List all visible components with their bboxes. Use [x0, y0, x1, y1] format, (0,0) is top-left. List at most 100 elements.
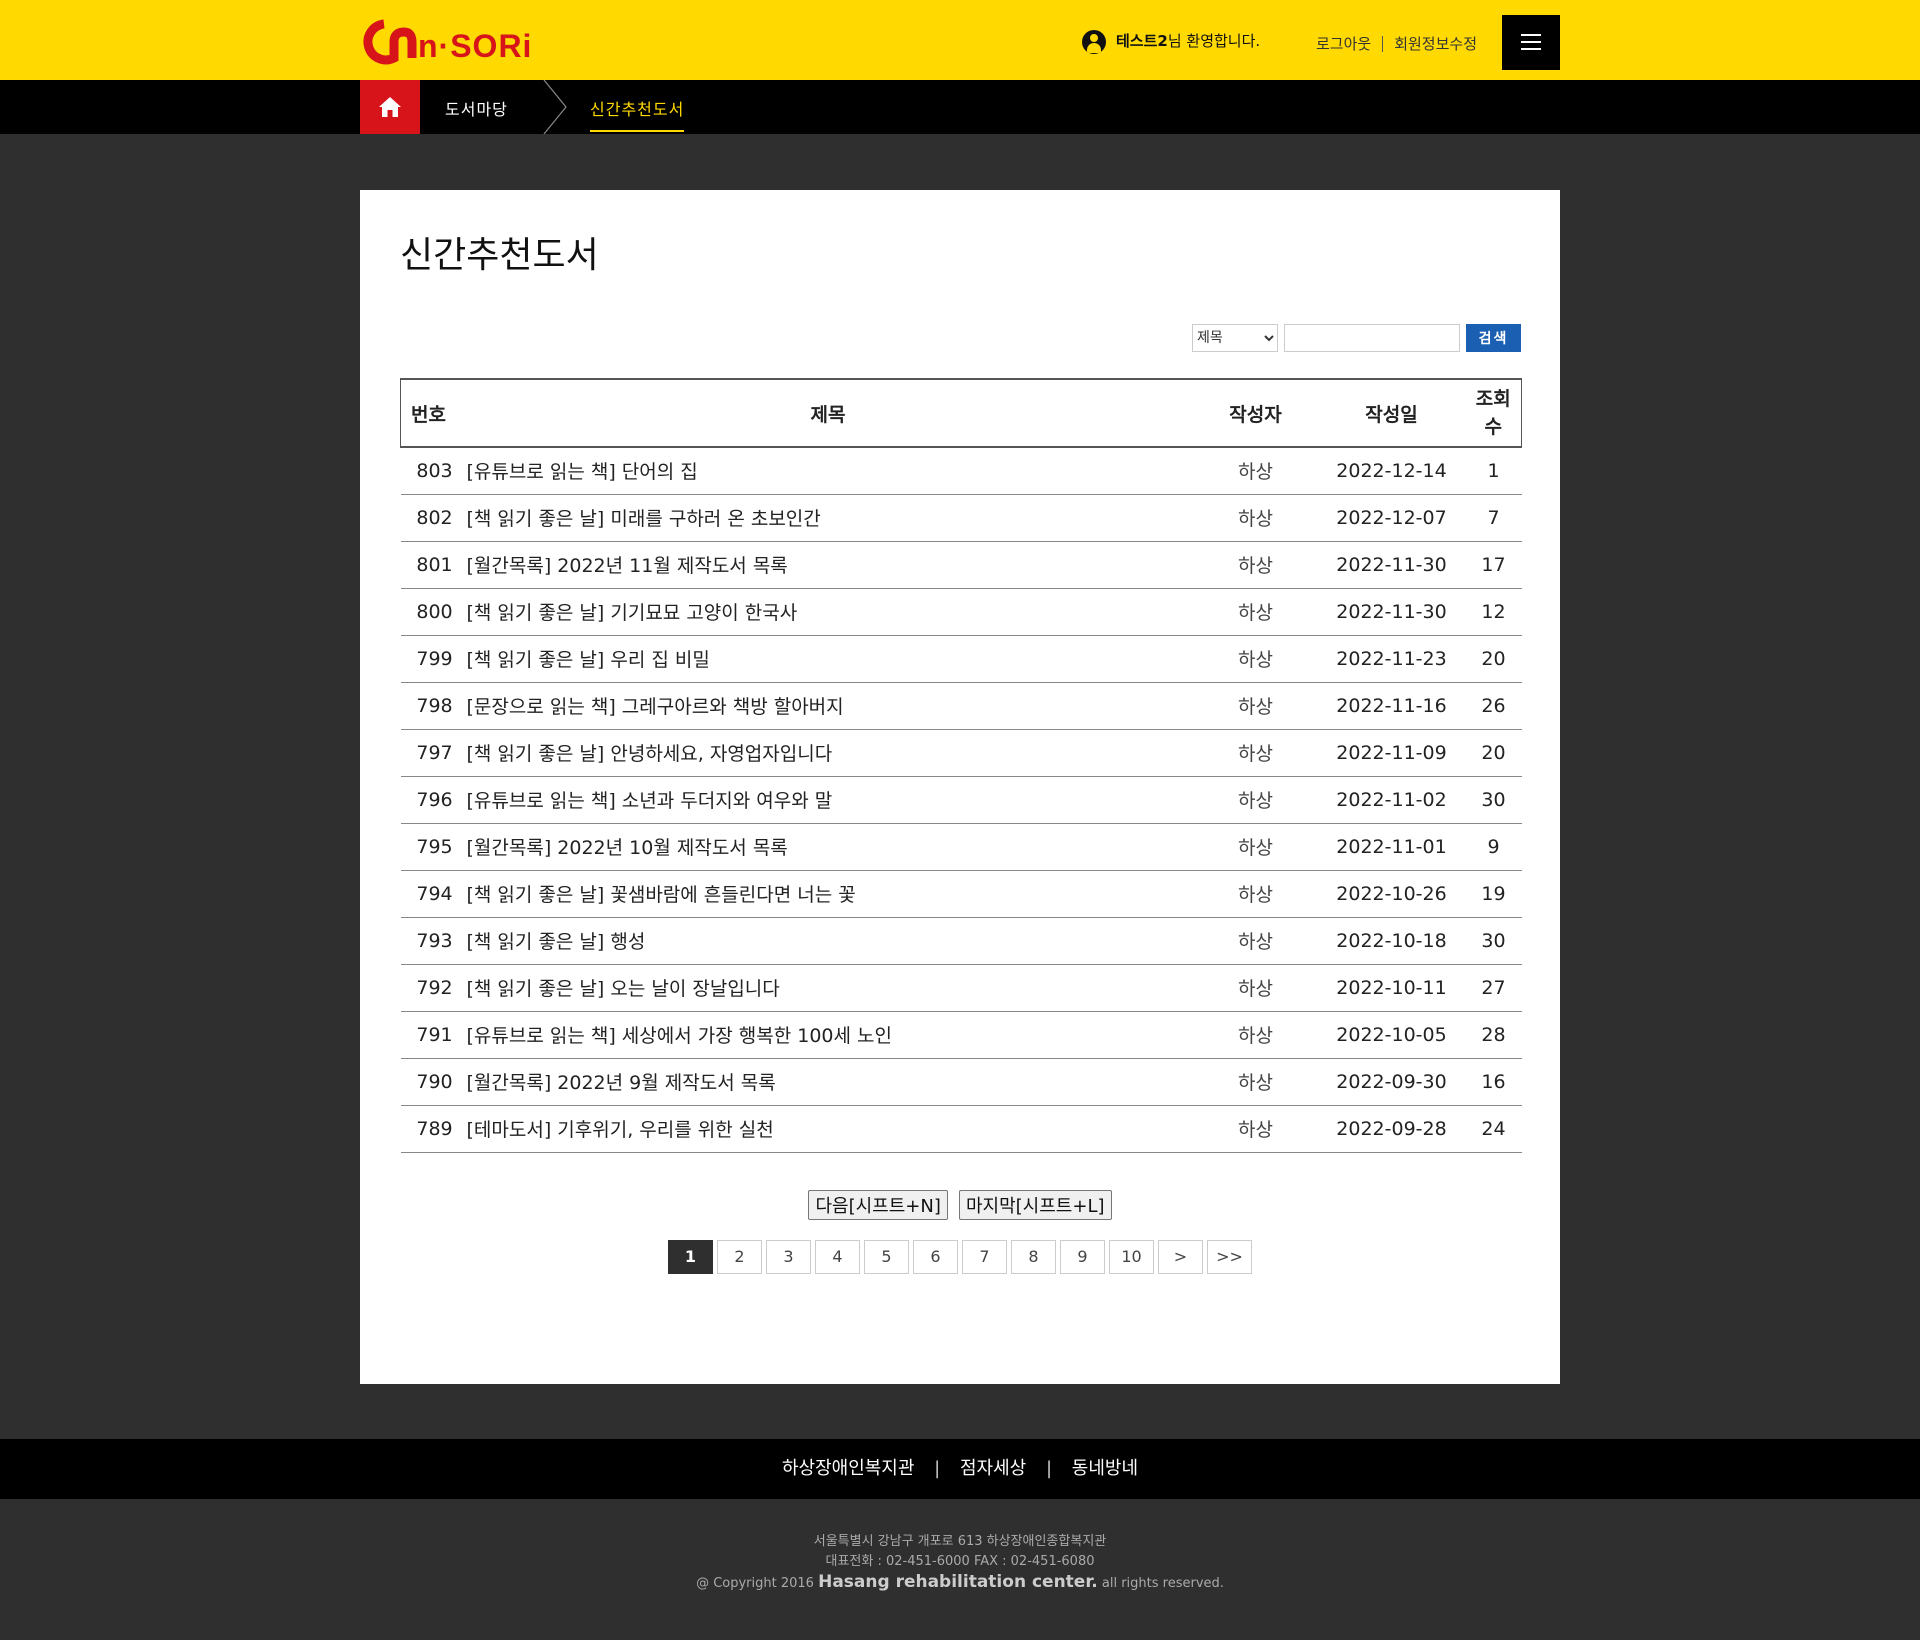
- row-title-link[interactable]: [책 읽기 좋은 날] 안녕하세요, 자영업자입니다: [462, 729, 1194, 777]
- row-date: 2022-10-18: [1317, 917, 1466, 965]
- row-title-link[interactable]: [책 읽기 좋은 날] 꽃샘바람에 흔들린다면 너는 꽃: [462, 870, 1194, 918]
- row-title-link[interactable]: [책 읽기 좋은 날] 우리 집 비밀: [462, 635, 1194, 683]
- chevron-right-icon: [543, 80, 567, 134]
- row-author: 하상: [1193, 494, 1318, 542]
- header-date: 작성일: [1317, 378, 1466, 448]
- row-title-link[interactable]: [문장으로 읽는 책] 그레구아르와 책방 할아버지: [462, 682, 1194, 730]
- page-link-2[interactable]: 2: [717, 1240, 762, 1274]
- edit-profile-link[interactable]: 회원정보수정: [1394, 33, 1477, 54]
- search-button[interactable]: 검색: [1466, 324, 1521, 352]
- row-number: 803: [400, 447, 463, 495]
- footer-separator: |: [1045, 1458, 1053, 1479]
- page-link-5[interactable]: 5: [864, 1240, 909, 1274]
- row-title-link[interactable]: [테마도서] 기후위기, 우리를 위한 실천: [462, 1105, 1194, 1153]
- page-link-6[interactable]: 6: [913, 1240, 958, 1274]
- row-number: 799: [400, 635, 463, 683]
- row-title-link[interactable]: [유튜브로 읽는 책] 세상에서 가장 행복한 100세 노인: [462, 1011, 1194, 1059]
- table-row[interactable]: 800 [책 읽기 좋은 날] 기기묘묘 고양이 한국사 하상 2022-11-30 1…: [400, 588, 1522, 636]
- page-link-1[interactable]: 1: [668, 1240, 713, 1274]
- row-number: 795: [400, 823, 463, 871]
- next-page-button[interactable]: 다음[시프트+N]: [808, 1190, 948, 1220]
- footer-separator: |: [934, 1458, 941, 1479]
- table-row[interactable]: 791 [유튜브로 읽는 책] 세상에서 가장 행복한 100세 노인 하상 2022…: [400, 1011, 1522, 1059]
- table-row[interactable]: 802 [책 읽기 좋은 날] 미래를 구하러 온 초보인간 하상 2022-12-0…: [400, 494, 1522, 542]
- row-date: 2022-11-23: [1317, 635, 1466, 683]
- footer-copyright: @ Copyright 2016 Hasang rehabilitation c…: [0, 1570, 1920, 1596]
- row-title-link[interactable]: [월간목록] 2022년 9월 제작도서 목록: [462, 1058, 1194, 1106]
- row-title-link[interactable]: [책 읽기 좋은 날] 미래를 구하러 온 초보인간: [462, 494, 1194, 542]
- table-row[interactable]: 792 [책 읽기 좋은 날] 오는 날이 장날입니다 하상 2022-10-11 27: [400, 964, 1522, 1012]
- row-number: 791: [400, 1011, 463, 1059]
- last-page-button[interactable]: 마지막[시프트+L]: [958, 1190, 1112, 1220]
- hamburger-menu-button[interactable]: [1502, 15, 1560, 70]
- page-title: 신간추천도서: [400, 235, 599, 276]
- row-author: 하상: [1193, 776, 1318, 824]
- table-row[interactable]: 796 [유튜브로 읽는 책] 소년과 두더지와 여우와 말 하상 2022-11-0…: [400, 776, 1522, 824]
- row-title-link[interactable]: [유튜브로 읽는 책] 단어의 집: [462, 447, 1194, 495]
- row-views: 20: [1465, 635, 1522, 683]
- page-link-3[interactable]: 3: [766, 1240, 811, 1274]
- breadcrumb-level2[interactable]: 신간추천도서: [590, 96, 685, 132]
- breadcrumb-level1[interactable]: 도서마당: [445, 96, 508, 120]
- table-row[interactable]: 795 [월간목록] 2022년 10월 제작도서 목록 하상 2022-11-01 9: [400, 823, 1522, 871]
- row-date: 2022-10-05: [1317, 1011, 1466, 1059]
- header-author: 작성자: [1193, 378, 1318, 448]
- breadcrumb: 도서마당 신간추천도서: [0, 80, 1920, 134]
- row-author: 하상: [1193, 447, 1318, 495]
- row-views: 30: [1465, 917, 1522, 965]
- row-date: 2022-11-09: [1317, 729, 1466, 777]
- table-row[interactable]: 789 [테마도서] 기후위기, 우리를 위한 실천 하상 2022-09-28 24: [400, 1105, 1522, 1153]
- table-row[interactable]: 799 [책 읽기 좋은 날] 우리 집 비밀 하상 2022-11-23 20: [400, 635, 1522, 683]
- row-date: 2022-11-30: [1317, 541, 1466, 589]
- footer-link-hasang[interactable]: 하상장애인복지관: [782, 1458, 914, 1479]
- page-link-9[interactable]: 9: [1060, 1240, 1105, 1274]
- home-icon: [379, 97, 401, 117]
- header-views: 조회수: [1465, 378, 1522, 448]
- table-row[interactable]: 798 [문장으로 읽는 책] 그레구아르와 책방 할아버지 하상 2022-11-1…: [400, 682, 1522, 730]
- row-date: 2022-11-16: [1317, 682, 1466, 730]
- row-title-link[interactable]: [유튜브로 읽는 책] 소년과 두더지와 여우와 말: [462, 776, 1194, 824]
- table-row[interactable]: 794 [책 읽기 좋은 날] 꽃샘바람에 흔들린다면 너는 꽃 하상 2022-10…: [400, 870, 1522, 918]
- home-button[interactable]: [360, 80, 420, 134]
- copyright-brand: Hasang rehabilitation center.: [818, 1572, 1098, 1592]
- link-divider: [1382, 35, 1384, 52]
- row-title-link[interactable]: [월간목록] 2022년 10월 제작도서 목록: [462, 823, 1194, 871]
- table-row[interactable]: 801 [월간목록] 2022년 11월 제작도서 목록 하상 2022-11-30 1…: [400, 541, 1522, 589]
- page-link-4[interactable]: 4: [815, 1240, 860, 1274]
- row-title-link[interactable]: [책 읽기 좋은 날] 오는 날이 장날입니다: [462, 964, 1194, 1012]
- table-row[interactable]: 797 [책 읽기 좋은 날] 안녕하세요, 자영업자입니다 하상 2022-11-0…: [400, 729, 1522, 777]
- row-author: 하상: [1193, 541, 1318, 589]
- table-row[interactable]: 790 [월간목록] 2022년 9월 제작도서 목록 하상 2022-09-30 16: [400, 1058, 1522, 1106]
- row-author: 하상: [1193, 964, 1318, 1012]
- table-row[interactable]: 793 [책 읽기 좋은 날] 행성 하상 2022-10-18 30: [400, 917, 1522, 965]
- copyright-suffix: all rights reserved.: [1101, 1576, 1224, 1591]
- row-views: 19: [1465, 870, 1522, 918]
- page-last-link[interactable]: >>: [1207, 1240, 1252, 1274]
- row-views: 20: [1465, 729, 1522, 777]
- page-link-10[interactable]: 10: [1109, 1240, 1154, 1274]
- page-link-8[interactable]: 8: [1011, 1240, 1056, 1274]
- book-list-table: 번호 제목 작성자 작성일 조회수 803 [유튜브로 읽는 책] 단어의 집 하상…: [400, 378, 1522, 1153]
- search-input[interactable]: [1284, 324, 1460, 352]
- footer-link-neighborhood[interactable]: 동네방네: [1072, 1458, 1138, 1479]
- table-row[interactable]: 803 [유튜브로 읽는 책] 단어의 집 하상 2022-12-14 1: [400, 447, 1522, 495]
- row-title-link[interactable]: [책 읽기 좋은 날] 기기묘묘 고양이 한국사: [462, 588, 1194, 636]
- row-views: 12: [1465, 588, 1522, 636]
- row-number: 796: [400, 776, 463, 824]
- footer-link-braille[interactable]: 점자세상: [960, 1458, 1026, 1479]
- row-author: 하상: [1193, 682, 1318, 730]
- copyright-prefix: @ Copyright 2016: [696, 1576, 814, 1591]
- row-author: 하상: [1193, 1105, 1318, 1153]
- row-number: 797: [400, 729, 463, 777]
- page-link-7[interactable]: 7: [962, 1240, 1007, 1274]
- footer-links: 하상장애인복지관 | 점자세상 | 동네방네: [0, 1439, 1920, 1499]
- row-title-link[interactable]: [책 읽기 좋은 날] 행성: [462, 917, 1194, 965]
- row-author: 하상: [1193, 1058, 1318, 1106]
- page-next-link[interactable]: >: [1158, 1240, 1203, 1274]
- row-title-link[interactable]: [월간목록] 2022년 11월 제작도서 목록: [462, 541, 1194, 589]
- logout-link[interactable]: 로그아웃: [1316, 33, 1371, 54]
- search-field-select[interactable]: 제목: [1192, 324, 1278, 352]
- footer-info: 서울특별시 강남구 개포로 613 하상장애인종합복지관 대표전화 : 02-4…: [0, 1530, 1920, 1596]
- site-logo[interactable]: n·SORi: [360, 18, 531, 66]
- row-views: 24: [1465, 1105, 1522, 1153]
